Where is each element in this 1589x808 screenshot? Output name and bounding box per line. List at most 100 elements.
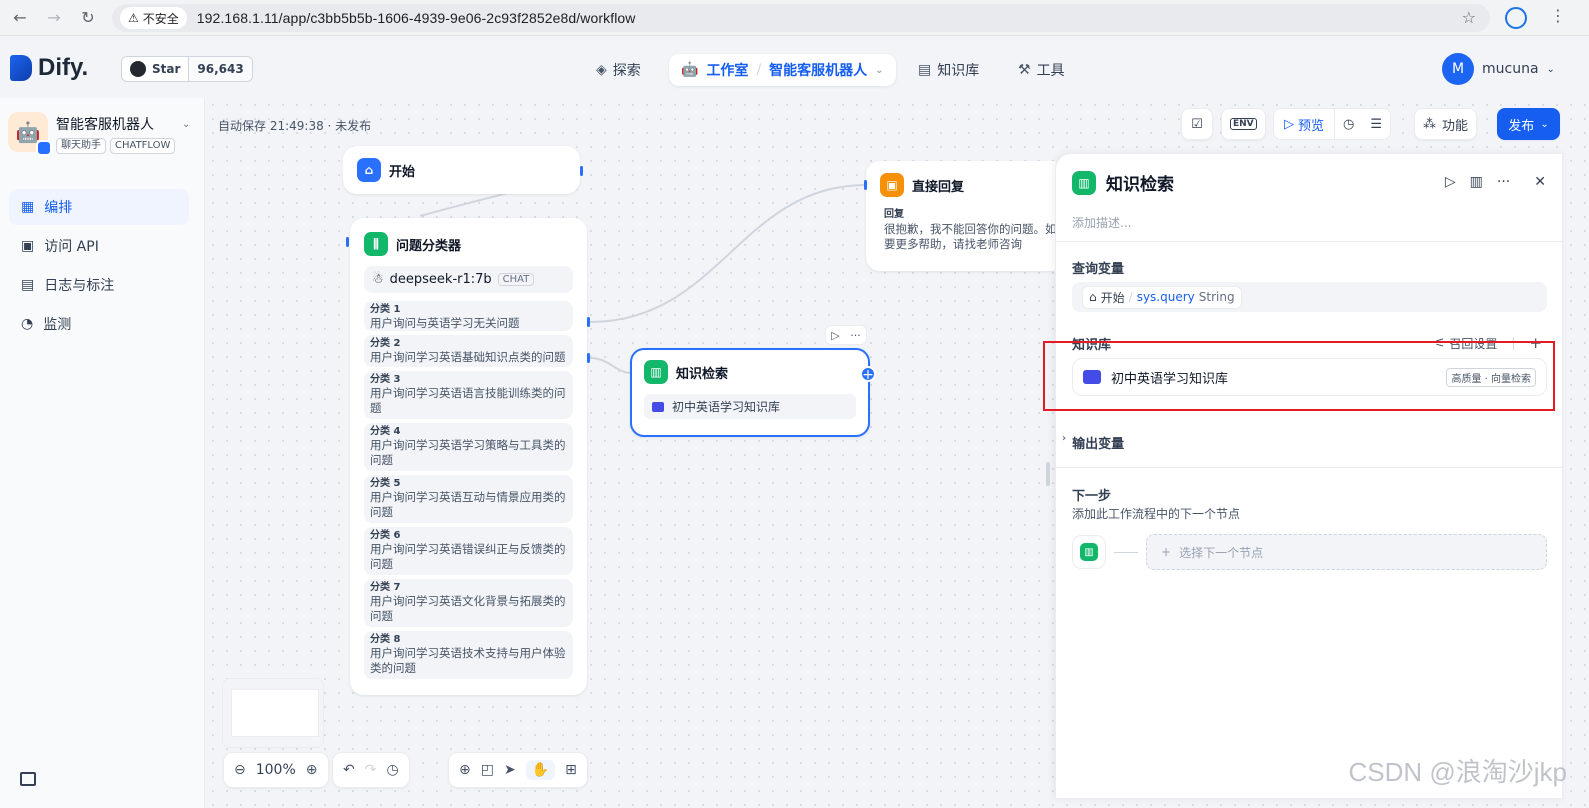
preview-group: ▷ 预览 ◷ ☰	[1273, 108, 1392, 140]
class1-output-handle[interactable]	[587, 317, 590, 327]
divider	[1056, 241, 1564, 242]
classifier-input-handle[interactable]	[346, 237, 349, 247]
hand-icon[interactable]: ✋	[525, 760, 556, 780]
class-text: 用户询问学习英语基础知识点类的问题	[370, 350, 566, 364]
class-title: 分类 6	[370, 530, 401, 541]
publish-button[interactable]: 发布 ⌄	[1497, 108, 1560, 140]
zoom-level[interactable]: 100%	[256, 762, 296, 778]
class-title: 分类 5	[370, 478, 401, 489]
minimap-viewport	[231, 689, 319, 737]
class-item[interactable]: 分类 1 用户询问与英语学习无关问题	[364, 301, 573, 331]
model-icon: ☃	[372, 272, 384, 287]
more-icon[interactable]: ···	[850, 329, 861, 342]
class-title: 分类 7	[370, 582, 401, 593]
redo-icon[interactable]: ↷	[365, 762, 377, 778]
help-doc-icon[interactable]: ▥	[1470, 174, 1483, 190]
model-selector[interactable]: ☃ deepseek-r1:7b CHAT	[364, 266, 573, 293]
preview-button[interactable]: ▷ 预览	[1274, 109, 1336, 139]
highlight-annotation-box	[1043, 341, 1555, 411]
class-item[interactable]: 分类 3 用户询问学习英语语言技能训练类的问题	[364, 371, 573, 419]
history-icon[interactable]: ◷	[386, 762, 398, 778]
zoom-out-icon[interactable]: ⊖	[234, 762, 246, 778]
class-title: 分类 3	[370, 374, 401, 385]
zoom-in-icon[interactable]: ⊕	[306, 762, 318, 778]
chevron-down-icon: ⌄	[1540, 118, 1549, 130]
edge-class1-reply	[589, 184, 867, 323]
class-text: 用户询问学习英语学习策略与工具类的问题	[370, 438, 566, 467]
play-icon[interactable]: ▷	[831, 329, 839, 342]
direct-reply-node[interactable]: ▣ 直接回复 回复 很抱歉，我不能回答你的问题。如果需要更多帮助，请找老师咨询	[866, 161, 1066, 271]
play-icon: ▷	[1284, 116, 1294, 132]
features-button[interactable]: ⁂ 功能	[1414, 108, 1478, 140]
class-text: 用户询问学习英语语言技能训练类的问题	[370, 386, 566, 415]
reply-input-handle[interactable]	[864, 180, 867, 190]
output-variables-toggle[interactable]: › 输出变量	[1062, 433, 1124, 452]
env-button[interactable]: ENV	[1221, 108, 1266, 140]
class-item[interactable]: 分类 7 用户询问学习英语文化背景与拓展类的问题	[364, 579, 573, 627]
question-classifier-node[interactable]: ⫼ 问题分类器 ☃ deepseek-r1:7b CHAT 分类 1 用户询问与英…	[350, 218, 587, 695]
query-variable-field[interactable]: ⌂ 开始 / sys.query String	[1072, 282, 1547, 312]
add-block-icon[interactable]: ⊕	[459, 762, 471, 778]
class-text: 用户询问学习英语技术支持与用户体验类的问题	[370, 646, 566, 675]
start-node[interactable]: ⌂ 开始	[343, 146, 580, 194]
class-item[interactable]: 分类 6 用户询问学习英语错误纠正与反馈类的问题	[364, 527, 573, 575]
knowledge-retrieval-node[interactable]: ▥ 知识检索 初中英语学习知识库	[630, 348, 870, 437]
start-output-handle[interactable]	[580, 166, 583, 176]
add-next-node-icon[interactable]: +	[860, 366, 876, 382]
connector-line	[1114, 551, 1138, 553]
class-title: 分类 2	[370, 338, 401, 349]
node-quick-actions: ▷ ···	[825, 325, 867, 345]
class-title: 分类 8	[370, 634, 401, 645]
query-variable-chip: ⌂ 开始 / sys.query String	[1082, 285, 1242, 309]
next-step-label: 下一步	[1072, 489, 1112, 504]
add-note-icon[interactable]: ◰	[481, 762, 494, 778]
chevron-right-icon: ›	[1062, 433, 1067, 444]
class-text: 用户询问学习英语互动与情景应用类的问题	[370, 490, 566, 519]
variable-inspect-icon[interactable]: ☰	[1362, 117, 1390, 132]
canvas-tools: ⊕ ◰ ➤ ✋ ⊞	[448, 752, 588, 788]
reply-text: 很抱歉，我不能回答你的问题。如果需要更多帮助，请找老师咨询	[884, 222, 1066, 251]
class2-output-handle[interactable]	[587, 353, 590, 363]
class-item[interactable]: 分类 8 用户询问学习英语技术支持与用户体验类的问题	[364, 631, 573, 679]
more-icon[interactable]: ···	[1497, 174, 1510, 190]
checklist-button[interactable]: ☑	[1181, 108, 1213, 140]
class-item[interactable]: 分类 4 用户询问学习英语学习策略与工具类的问题	[364, 423, 573, 471]
query-variable-label: 查询变量	[1072, 262, 1125, 277]
watermark: CSDN @浪淘沙jkp	[1348, 757, 1567, 787]
pointer-icon[interactable]: ➤	[504, 762, 516, 778]
features-icon: ⁂	[1423, 116, 1436, 132]
book-open-icon: ▥	[1072, 170, 1096, 195]
run-history-icon[interactable]: ◷	[1335, 117, 1362, 132]
class-text: 用户询问学习英语文化背景与拓展类的问题	[370, 594, 566, 623]
class-item[interactable]: 分类 2 用户询问学习英语基础知识点类的问题	[364, 335, 573, 367]
class-list: 分类 1 用户询问与英语学习无关问题 分类 2 用户询问学习英语基础知识点类的问题 分类…	[352, 301, 585, 679]
close-icon[interactable]: ✕	[1534, 174, 1546, 190]
class-text: 用户询问与英语学习无关问题	[370, 316, 520, 330]
book-open-icon: ▥	[644, 360, 668, 384]
model-mode-tag: CHAT	[497, 273, 535, 286]
panel-resize-handle[interactable]	[1046, 462, 1050, 486]
checklist-icon: ☑	[1191, 116, 1203, 132]
book-open-icon: ▥	[1080, 543, 1098, 561]
classifier-icon: ⫼	[364, 232, 388, 256]
divider	[1056, 467, 1564, 468]
edge-class2-retrieval	[589, 357, 633, 374]
minimap[interactable]	[222, 678, 324, 748]
class-item[interactable]: 分类 5 用户询问学习英语互动与情景应用类的问题	[364, 475, 573, 523]
panel-title[interactable]: 知识检索	[1106, 170, 1174, 195]
select-next-node-button[interactable]: + 选择下一个节点	[1146, 534, 1547, 570]
message-reply-icon: ▣	[880, 173, 904, 197]
undo-icon[interactable]: ↶	[343, 762, 355, 778]
kr-node-kb-item: 初中英语学习知识库	[644, 394, 856, 419]
home-icon: ⌂	[357, 158, 381, 182]
description-input[interactable]: 添加描述...	[1072, 214, 1131, 231]
plus-icon: +	[1161, 545, 1172, 559]
class-title: 分类 4	[370, 426, 401, 437]
zoom-control: ⊖ 100% ⊕	[223, 752, 329, 788]
history-control: ↶ ↷ ◷	[332, 752, 410, 788]
current-node-icon: ▥	[1072, 535, 1106, 569]
class-text: 用户询问学习英语错误纠正与反馈类的问题	[370, 542, 566, 571]
node-properties-panel: ▥ 知识检索 ▷ ▥ ··· ✕ 添加描述... 查询变量 ⌂ 开始 / sys…	[1055, 153, 1564, 799]
run-node-icon[interactable]: ▷	[1445, 174, 1456, 190]
organize-blocks-icon[interactable]: ⊞	[565, 762, 577, 778]
